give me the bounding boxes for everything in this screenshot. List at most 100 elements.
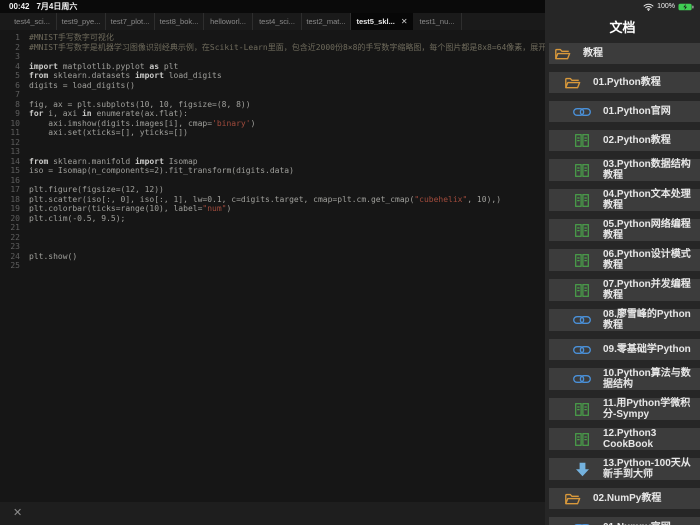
tab-label: test7_plot... bbox=[111, 17, 150, 26]
editor-tab[interactable]: test9_pye... bbox=[57, 13, 106, 30]
line-number: 3 bbox=[0, 52, 20, 62]
code-line: 3 bbox=[0, 52, 545, 62]
doc-tree-item[interactable]: 02.NumPy教程 bbox=[549, 488, 700, 509]
code-text: axi.set(xticks=[], yticks=[]) bbox=[29, 128, 188, 138]
code-text: plt.colorbar(ticks=range(10), label="num… bbox=[29, 204, 231, 214]
doc-tree-item-label: 12.Python3 CookBook bbox=[603, 428, 695, 450]
doc-tree-item[interactable]: 07.Python并发编程教程 bbox=[549, 279, 700, 301]
book-icon bbox=[573, 222, 591, 238]
doc-tree-item[interactable]: 06.Python设计模式教程 bbox=[549, 249, 700, 271]
code-text bbox=[29, 176, 34, 186]
code-line: 2#MNIST手写数字是机器学习图像识别经典示例，在Scikit-Learn里面… bbox=[0, 43, 545, 53]
editor-tab[interactable]: test8_bok... bbox=[155, 13, 204, 30]
code-line: 17plt.figure(figsize=(12, 12)) bbox=[0, 185, 545, 195]
line-number: 24 bbox=[0, 252, 20, 262]
editor-tab[interactable]: test5_skl...✕ bbox=[351, 13, 413, 30]
editor-tab[interactable]: test4_sci... bbox=[253, 13, 302, 30]
code-line: 22 bbox=[0, 233, 545, 243]
code-text bbox=[29, 52, 34, 62]
wifi-icon bbox=[643, 3, 654, 11]
link-icon bbox=[573, 520, 591, 525]
doc-tree-item-label: 01.Python教程 bbox=[593, 77, 661, 88]
doc-tree-item[interactable]: 09.零基础学Python bbox=[549, 339, 700, 360]
status-time: 00:42 bbox=[9, 2, 29, 11]
doc-tree-item[interactable]: 03.Python数据结构教程 bbox=[549, 159, 700, 181]
code-text: plt.clim(-0.5, 9.5); bbox=[29, 214, 125, 224]
line-number: 7 bbox=[0, 90, 20, 100]
doc-tree-item[interactable]: 01.Numpy官网 bbox=[549, 517, 700, 525]
code-line: 25 bbox=[0, 261, 545, 271]
doc-tree-item[interactable]: 05.Python网络编程教程 bbox=[549, 219, 700, 241]
line-number: 12 bbox=[0, 138, 20, 148]
code-text: iso = Isomap(n_components=2).fit_transfo… bbox=[29, 166, 294, 176]
doc-tree-item[interactable]: 13.Python-100天从新手到大师 bbox=[549, 458, 700, 480]
code-line: 8 fig, ax = plt.subplots(10, 10, figsize=… bbox=[0, 100, 545, 110]
code-text: plt.figure(figsize=(12, 12)) bbox=[29, 185, 164, 195]
code-text: fig, ax = plt.subplots(10, 10, figsize=(… bbox=[29, 100, 251, 110]
editor-tab[interactable]: helloworl... bbox=[204, 13, 253, 30]
close-panel-icon[interactable]: ✕ bbox=[13, 508, 22, 519]
code-text: from sklearn.manifold import Isomap bbox=[29, 157, 198, 167]
tab-label: test4_sci... bbox=[14, 17, 50, 26]
editor-tab[interactable]: test4_sci... bbox=[8, 13, 57, 30]
editor-tab[interactable]: test7_plot... bbox=[106, 13, 155, 30]
doc-tree-item-label: 06.Python设计模式教程 bbox=[603, 249, 695, 271]
code-text bbox=[29, 147, 34, 157]
doc-tree-item[interactable]: 04.Python文本处理教程 bbox=[549, 189, 700, 211]
line-number: 8 bbox=[0, 100, 20, 110]
editor-tab[interactable]: test2_mat... bbox=[302, 13, 351, 30]
bottom-bar: ✕ bbox=[0, 502, 545, 525]
doc-tree-item[interactable]: 02.Python教程 bbox=[549, 130, 700, 151]
code-text bbox=[29, 90, 34, 100]
line-number: 9 bbox=[0, 109, 20, 119]
code-line: 15 iso = Isomap(n_components=2).fit_trans… bbox=[0, 166, 545, 176]
code-line: 12 bbox=[0, 138, 545, 148]
code-text: from sklearn.datasets import load_digits bbox=[29, 71, 222, 81]
doc-tree-item-label: 03.Python数据结构教程 bbox=[603, 159, 695, 181]
code-line: 1#MNIST手写数字可视化 bbox=[0, 33, 545, 43]
doc-tree-item[interactable]: 08.廖雪峰的Python教程 bbox=[549, 309, 700, 331]
code-line: 24plt.show() bbox=[0, 252, 545, 262]
code-line: 18plt.scatter(iso[:, 0], iso[:, 1], lw=0… bbox=[0, 195, 545, 205]
doc-tree-item[interactable]: 01.Python官网 bbox=[549, 101, 700, 122]
line-number: 16 bbox=[0, 176, 20, 186]
doc-tree-item-label: 教程 bbox=[583, 48, 603, 59]
editor-tab[interactable]: test1_nu... bbox=[413, 13, 462, 30]
line-number: 14 bbox=[0, 157, 20, 167]
code-line: 5from sklearn.datasets import load_digit… bbox=[0, 71, 545, 81]
battery-icon bbox=[678, 3, 694, 11]
book-icon bbox=[573, 401, 591, 417]
doc-tree-item-label: 04.Python文本处理教程 bbox=[603, 189, 695, 211]
code-line: 7 bbox=[0, 90, 545, 100]
doc-tree: 教程 01.Python教程 01.Python官网 02.Python教程 03.Py… bbox=[545, 43, 700, 525]
link-icon bbox=[573, 104, 591, 120]
code-editor[interactable]: 1#MNIST手写数字可视化2#MNIST手写数字是机器学习图像识别经典示例，在… bbox=[0, 30, 545, 502]
code-line: 10 axi.imshow(digits.images[i], cmap='bi… bbox=[0, 119, 545, 129]
folder-open-icon bbox=[553, 46, 571, 62]
code-line: 11 axi.set(xticks=[], yticks=[]) bbox=[0, 128, 545, 138]
status-bar-left: 00:42 7月4日周六 bbox=[0, 0, 545, 13]
code-text bbox=[29, 223, 34, 233]
doc-tree-item[interactable]: 12.Python3 CookBook bbox=[549, 428, 700, 450]
code-line: 21 bbox=[0, 223, 545, 233]
tab-label: test4_sci... bbox=[259, 17, 295, 26]
code-text bbox=[29, 233, 34, 243]
doc-tree-item[interactable]: 教程 bbox=[549, 43, 700, 64]
doc-tree-item[interactable]: 10.Python算法与数据结构 bbox=[549, 368, 700, 390]
tab-bar: test4_sci... test9_pye... test7_plot... tes… bbox=[0, 13, 545, 30]
tab-label: test8_bok... bbox=[160, 17, 199, 26]
book-icon bbox=[573, 192, 591, 208]
line-number: 15 bbox=[0, 166, 20, 176]
doc-tree-item[interactable]: 01.Python教程 bbox=[549, 72, 700, 93]
sidebar-title: 文档 bbox=[545, 17, 700, 36]
doc-tree-item-label: 08.廖雪峰的Python教程 bbox=[603, 309, 695, 331]
doc-tree-item[interactable]: 11.用Python学微积分-Sympy bbox=[549, 398, 700, 420]
line-number: 25 bbox=[0, 261, 20, 271]
line-number: 2 bbox=[0, 43, 20, 53]
link-icon bbox=[573, 312, 591, 328]
close-tab-icon[interactable]: ✕ bbox=[401, 17, 408, 26]
doc-tree-item-label: 11.用Python学微积分-Sympy bbox=[603, 398, 695, 420]
doc-tree-item-label: 02.NumPy教程 bbox=[593, 493, 661, 504]
code-text: #MNIST手写数字可视化 bbox=[29, 33, 114, 43]
book-icon bbox=[573, 252, 591, 268]
